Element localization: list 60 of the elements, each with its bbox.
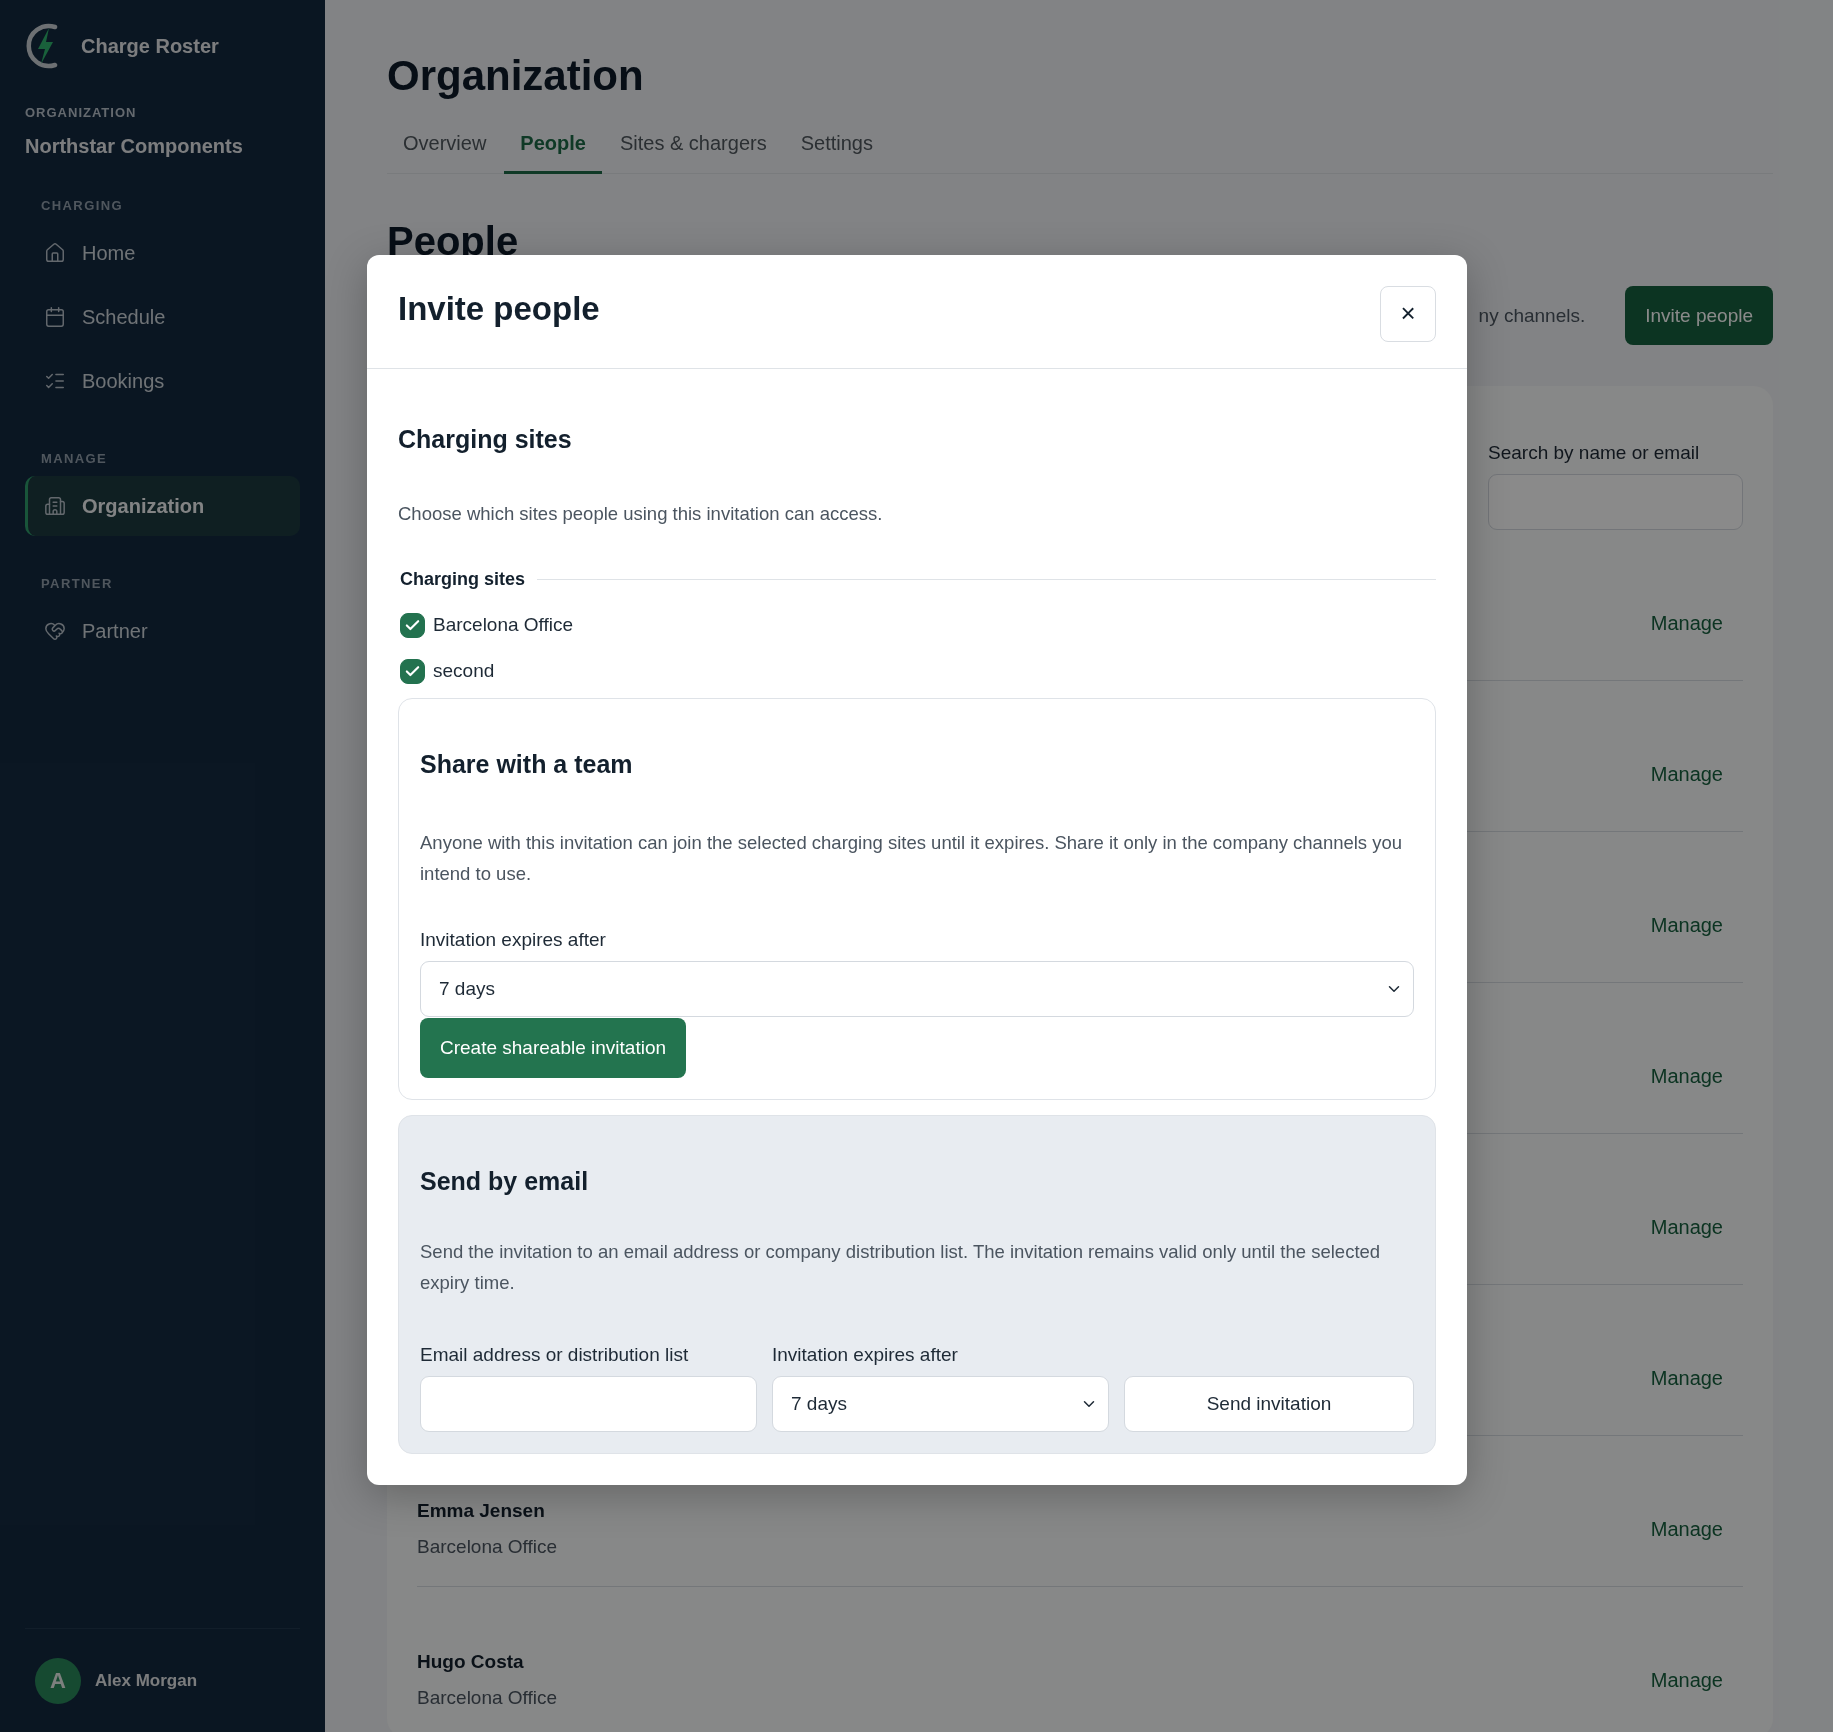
fieldset-legend: Charging sites: [400, 569, 526, 590]
checkbox[interactable]: [400, 612, 425, 638]
panel-heading: Share with a team: [420, 749, 634, 779]
section-heading: Charging sites: [398, 424, 573, 454]
section-description: Choose which sites people using this invitation can access.: [398, 502, 884, 526]
manage-link[interactable]: Manage: [1650, 590, 1723, 656]
nav-item[interactable]: Home: [25, 223, 300, 283]
panel-heading: Send by email: [420, 1166, 590, 1196]
search-label: Search by name or email: [1488, 442, 1701, 464]
dialog-title: Invite people: [398, 289, 600, 328]
section-description: ny channels.: [1478, 304, 1586, 327]
manage-link[interactable]: Manage: [1650, 1194, 1723, 1260]
tab[interactable]: Settings: [784, 118, 889, 174]
field-label: Email address or distribution list: [420, 1344, 690, 1366]
panel-description: Send the invitation to an email address or company distribution list. The invitation remains valid only until the selected expiry time.: [420, 1240, 1382, 1295]
page-title: Organization: [387, 52, 645, 100]
building-icon: [44, 495, 66, 517]
field-label: Invitation expires after: [420, 929, 607, 951]
person-name: Emma Jensen: [417, 1500, 546, 1522]
tab[interactable]: People: [504, 118, 602, 174]
person-name: Hugo Costa: [417, 1651, 525, 1673]
calendar-icon: [44, 306, 66, 328]
manage-link[interactable]: Manage: [1650, 1345, 1723, 1411]
nav-section-heading: CHARGING: [41, 198, 124, 213]
person-site: Barcelona Office: [417, 1687, 558, 1709]
organization-name: Northstar Components: [25, 135, 244, 158]
nav-item[interactable]: Partner: [25, 601, 300, 661]
tab[interactable]: Sites & chargers: [603, 118, 783, 174]
app-name: Charge Roster: [81, 34, 219, 58]
user-name: Alex Morgan: [95, 1670, 198, 1691]
field-label: Invitation expires after: [772, 1344, 959, 1366]
nav-section-heading: PARTNER: [41, 576, 114, 591]
invite-people-button[interactable]: Invite people: [1625, 286, 1773, 345]
tab[interactable]: Overview: [387, 118, 503, 174]
search-field[interactable]: [1488, 474, 1743, 530]
home-icon: [44, 242, 66, 264]
email-input-field[interactable]: [420, 1376, 757, 1432]
nav-item[interactable]: Organization: [25, 476, 300, 536]
manage-link[interactable]: Manage: [1650, 1043, 1723, 1109]
manage-link[interactable]: Manage: [1650, 1496, 1723, 1562]
checkbox-label: second: [433, 660, 495, 682]
manage-link[interactable]: Manage: [1650, 892, 1723, 958]
manage-link[interactable]: Manage: [1650, 741, 1723, 807]
person-site: Barcelona Office: [417, 1536, 558, 1558]
nav-item[interactable]: Bookings: [25, 351, 300, 411]
heart-handshake-icon: [44, 620, 66, 642]
send-invitation-button[interactable]: Send invitation: [1124, 1376, 1414, 1432]
section-title: People: [387, 218, 520, 264]
create-invitation-button[interactable]: Create shareable invitation: [420, 1018, 687, 1078]
expiry-select[interactable]: 7 days: [772, 1376, 1109, 1432]
nav-item[interactable]: Schedule: [25, 287, 300, 347]
close-button[interactable]: ×: [1380, 285, 1436, 342]
panel-description: Anyone with this invitation can join the selected charging sites until it expires. Share it only in the company channels you intend to use.: [420, 831, 1404, 886]
manage-link[interactable]: Manage: [1650, 1647, 1723, 1713]
expiry-select[interactable]: 7 days: [420, 961, 1414, 1017]
section-label: ORGANIZATION: [25, 105, 138, 120]
nav-section-heading: MANAGE: [41, 451, 109, 466]
user-avatar[interactable]: A: [35, 1657, 81, 1704]
checkbox-label: Barcelona Office: [433, 614, 574, 636]
checkbox[interactable]: [400, 658, 425, 684]
